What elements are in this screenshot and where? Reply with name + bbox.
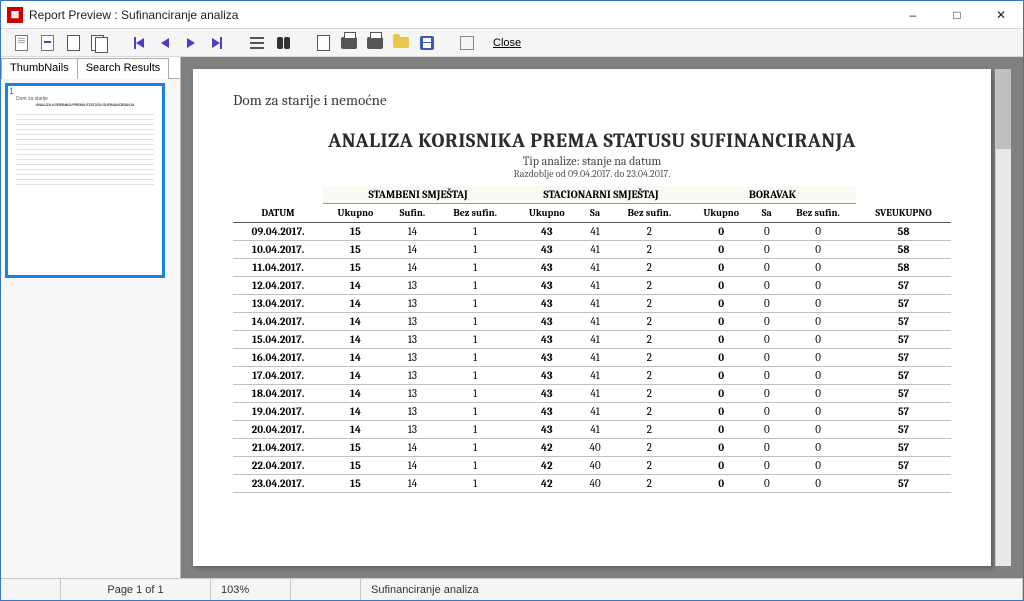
report-page: Dom za starije i nemoćne ANALIZA KORISNI… — [193, 69, 991, 566]
table-row: 18.04.2017.141314341200057 — [233, 385, 951, 403]
first-page-button[interactable] — [127, 32, 151, 54]
col-bezsufin: Bez sufin. — [610, 204, 689, 223]
status-report-name: Sufinanciranje analiza — [361, 579, 1023, 600]
org-name: Dom za starije i nemoćne — [233, 91, 951, 109]
col-bezsufin: Bez sufin. — [437, 204, 513, 223]
last-page-button[interactable] — [205, 32, 229, 54]
print-button[interactable] — [363, 32, 387, 54]
table-row: 22.04.2017.151414240200057 — [233, 457, 951, 475]
find-button[interactable] — [271, 32, 295, 54]
col-ukupno: Ukupno — [689, 204, 754, 223]
table-row: 16.04.2017.141314341200057 — [233, 349, 951, 367]
table-row: 15.04.2017.141314341200057 — [233, 331, 951, 349]
toolbar: Close — [1, 29, 1023, 57]
app-window: ▦ Report Preview : Sufinanciranje analiz… — [0, 0, 1024, 601]
prev-page-button[interactable] — [153, 32, 177, 54]
side-panel: ThumbNails Search Results 1 Dom za stari… — [1, 57, 181, 578]
col-sveukupno: SVEUKUPNO — [856, 204, 951, 223]
col-sufin: Sufin. — [388, 204, 438, 223]
save-button[interactable] — [415, 32, 439, 54]
table-row: 11.04.2017.151414341200058 — [233, 259, 951, 277]
statusbar: Page 1 of 1 103% Sufinanciranje analiza — [1, 578, 1023, 600]
options-button[interactable] — [455, 32, 479, 54]
report-table: STAMBENI SMJEŠTAJ STACIONARNI SMJEŠTAJ B… — [233, 186, 951, 493]
report-period: Razdoblje od 09.04.2017. do 23.04.2017. — [233, 168, 951, 180]
col-sa: Sa — [753, 204, 780, 223]
table-row: 19.04.2017.141314341200057 — [233, 403, 951, 421]
page-width-button[interactable] — [61, 32, 85, 54]
next-page-button[interactable] — [179, 32, 203, 54]
thumbnail-number: 1 — [9, 86, 14, 96]
table-row: 14.04.2017.141314341200057 — [233, 313, 951, 331]
close-link[interactable]: Close — [493, 37, 521, 49]
thumbnail-preview: Dom za starije ANALIZA KORISNIKA PREMA S… — [8, 86, 162, 191]
table-row: 21.04.2017.151414240200057 — [233, 439, 951, 457]
titlebar: ▦ Report Preview : Sufinanciranje analiz… — [1, 1, 1023, 29]
table-row: 13.04.2017.141314341200057 — [233, 295, 951, 313]
thumbnail-area: 1 Dom za starije ANALIZA KORISNIKA PREMA… — [1, 79, 180, 578]
main-area: ThumbNails Search Results 1 Dom za stari… — [1, 57, 1023, 578]
status-page: Page 1 of 1 — [61, 579, 211, 600]
side-tabs: ThumbNails Search Results — [1, 57, 180, 79]
new-doc-button[interactable] — [311, 32, 335, 54]
col-group-stacionarni: STACIONARNI SMJEŠTAJ — [513, 186, 689, 204]
col-ukupno: Ukupno — [513, 204, 580, 223]
table-row: 17.04.2017.141314341200057 — [233, 367, 951, 385]
multi-page-button[interactable] — [87, 32, 111, 54]
report-title: ANALIZA KORISNIKA PREMA STATUSU SUFINANC… — [233, 129, 951, 152]
page-thumbnail[interactable]: 1 Dom za starije ANALIZA KORISNIKA PREMA… — [5, 83, 165, 278]
col-group-stambeni: STAMBENI SMJEŠTAJ — [323, 186, 513, 204]
outline-button[interactable] — [245, 32, 269, 54]
col-ukupno: Ukupno — [323, 204, 388, 223]
col-bezsufin: Bez sufin. — [780, 204, 856, 223]
minimize-button[interactable]: – — [891, 1, 935, 28]
col-datum: DATUM — [233, 204, 323, 223]
maximize-button[interactable]: □ — [935, 1, 979, 28]
col-sa: Sa — [580, 204, 609, 223]
col-group-boravak: BORAVAK — [689, 186, 856, 204]
table-row: 10.04.2017.151414341200058 — [233, 241, 951, 259]
app-icon: ▦ — [7, 7, 23, 23]
table-row: 12.04.2017.141314341200057 — [233, 277, 951, 295]
report-subtitle: Tip analize: stanje na datum — [233, 154, 951, 168]
page-fit-button[interactable] — [35, 32, 59, 54]
table-row: 09.04.2017.151414341200058 — [233, 223, 951, 241]
status-zoom: 103% — [211, 579, 291, 600]
table-row: 20.04.2017.141314341200057 — [233, 421, 951, 439]
close-window-button[interactable]: ✕ — [979, 1, 1023, 28]
scrollbar-thumb[interactable] — [996, 69, 1011, 149]
vertical-scrollbar[interactable] — [995, 69, 1011, 566]
document-area[interactable]: Dom za starije i nemoćne ANALIZA KORISNI… — [181, 57, 1023, 578]
window-title: Report Preview : Sufinanciranje analiza — [29, 8, 891, 22]
table-row: 23.04.2017.151414240200057 — [233, 475, 951, 493]
print-setup-button[interactable] — [337, 32, 361, 54]
open-button[interactable] — [389, 32, 413, 54]
tab-thumbnails[interactable]: ThumbNails — [1, 58, 77, 79]
tab-search-results[interactable]: Search Results — [77, 58, 170, 79]
page-actual-button[interactable] — [9, 32, 33, 54]
